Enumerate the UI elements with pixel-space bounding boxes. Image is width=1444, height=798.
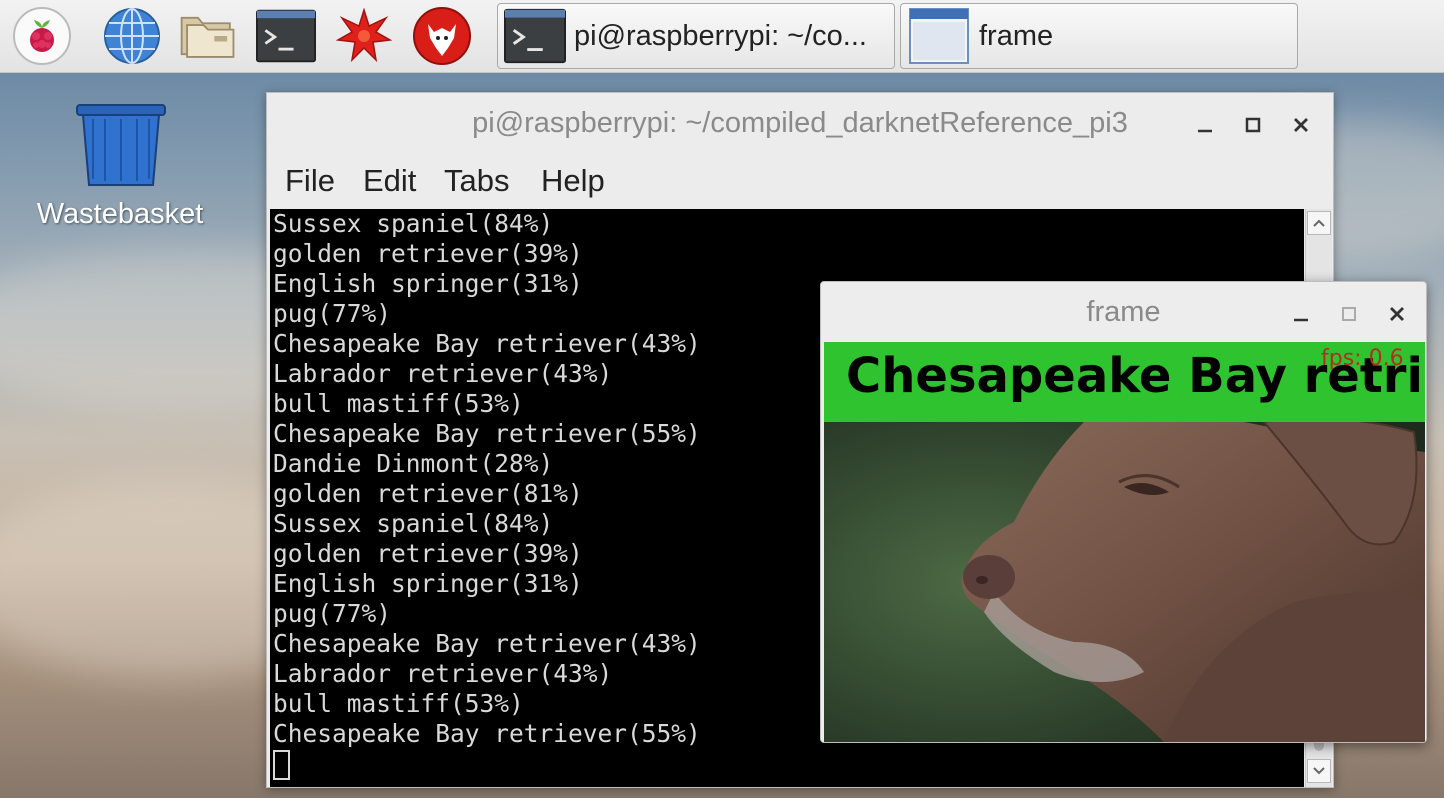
terminal-cursor bbox=[273, 750, 290, 780]
terminal-line: Chesapeake Bay retriever(55%) bbox=[273, 419, 701, 448]
terminal-line: golden retriever(39%) bbox=[273, 539, 583, 568]
terminal-line: Chesapeake Bay retriever(43%) bbox=[273, 329, 701, 358]
terminal-line: English springer(31%) bbox=[273, 569, 583, 598]
close-icon[interactable] bbox=[1383, 300, 1411, 328]
terminal-icon[interactable] bbox=[256, 6, 316, 66]
fps-readout: fps: 0.6 bbox=[1321, 346, 1404, 371]
scroll-up-icon[interactable] bbox=[1307, 211, 1331, 235]
menu-file[interactable]: File bbox=[285, 163, 335, 199]
terminal-line: Sussex spaniel(84%) bbox=[273, 209, 554, 238]
terminal-line: Labrador retriever(43%) bbox=[273, 659, 613, 688]
terminal-lines: Sussex spaniel(84%) golden retriever(39%)… bbox=[273, 209, 701, 749]
terminal-line: Labrador retriever(43%) bbox=[273, 359, 613, 388]
web-browser-icon[interactable] bbox=[102, 6, 162, 66]
terminal-line: Dandie Dinmont(28%) bbox=[273, 449, 554, 478]
maximize-icon[interactable] bbox=[1239, 111, 1267, 139]
terminal-line: Sussex spaniel(84%) bbox=[273, 509, 554, 538]
terminal-line: bull mastiff(53%) bbox=[273, 389, 524, 418]
scroll-down-icon[interactable] bbox=[1307, 759, 1331, 783]
wolfram-icon[interactable] bbox=[412, 6, 472, 66]
terminal-titlebar[interactable]: pi@raspberrypi: ~/compiled_darknetRefere… bbox=[267, 93, 1333, 157]
file-manager-icon[interactable] bbox=[178, 6, 238, 66]
frame-titlebar[interactable]: frame bbox=[821, 282, 1426, 342]
raspberry-menu-icon[interactable] bbox=[12, 6, 72, 66]
detection-label-bar: Chesapeake Bay retriever fps: 0.6 bbox=[824, 342, 1425, 422]
taskbar-button-label: pi@raspberrypi: ~/co... bbox=[574, 19, 867, 52]
taskbar-button-terminal[interactable]: pi@raspberrypi: ~/co... bbox=[497, 3, 895, 69]
terminal-line: Chesapeake Bay retriever(55%) bbox=[273, 719, 701, 748]
menu-tabs[interactable]: Tabs bbox=[444, 163, 509, 199]
minimize-icon[interactable] bbox=[1287, 300, 1315, 328]
minimize-icon[interactable] bbox=[1191, 111, 1219, 139]
top-panel: pi@raspberrypi: ~/co... frame bbox=[0, 0, 1444, 73]
terminal-window-title: pi@raspberrypi: ~/compiled_darknetRefere… bbox=[472, 107, 1128, 139]
terminal-line: English springer(31%) bbox=[273, 269, 583, 298]
terminal-line: Chesapeake Bay retriever(43%) bbox=[273, 629, 701, 658]
mathematica-icon[interactable] bbox=[334, 6, 394, 66]
camera-frame-image: Chesapeake Bay retriever fps: 0.6 bbox=[824, 342, 1425, 742]
taskbar-button-frame[interactable]: frame bbox=[900, 3, 1298, 69]
menu-edit[interactable]: Edit bbox=[363, 163, 416, 199]
wastebasket-desktop-icon[interactable]: Wastebasket bbox=[20, 98, 220, 238]
wastebasket-label: Wastebasket bbox=[36, 198, 204, 230]
terminal-line: golden retriever(81%) bbox=[273, 479, 583, 508]
frame-window[interactable]: frame Chesapeake Bay retri fps: 0.6 bbox=[820, 281, 1427, 743]
terminal-line: pug(77%) bbox=[273, 299, 392, 328]
close-icon[interactable] bbox=[1287, 111, 1315, 139]
menu-help[interactable]: Help bbox=[541, 163, 605, 199]
terminal-icon bbox=[504, 8, 566, 64]
terminal-line: bull mastiff(53%) bbox=[273, 689, 524, 718]
trash-icon bbox=[76, 104, 166, 186]
maximize-icon[interactable] bbox=[1335, 300, 1363, 328]
window-icon bbox=[909, 8, 969, 64]
terminal-menubar: File Edit Tabs Help bbox=[267, 159, 1333, 207]
taskbar-button-label: frame bbox=[979, 19, 1054, 52]
terminal-line: golden retriever(39%) bbox=[273, 239, 583, 268]
terminal-line: pug(77%) bbox=[273, 599, 392, 628]
